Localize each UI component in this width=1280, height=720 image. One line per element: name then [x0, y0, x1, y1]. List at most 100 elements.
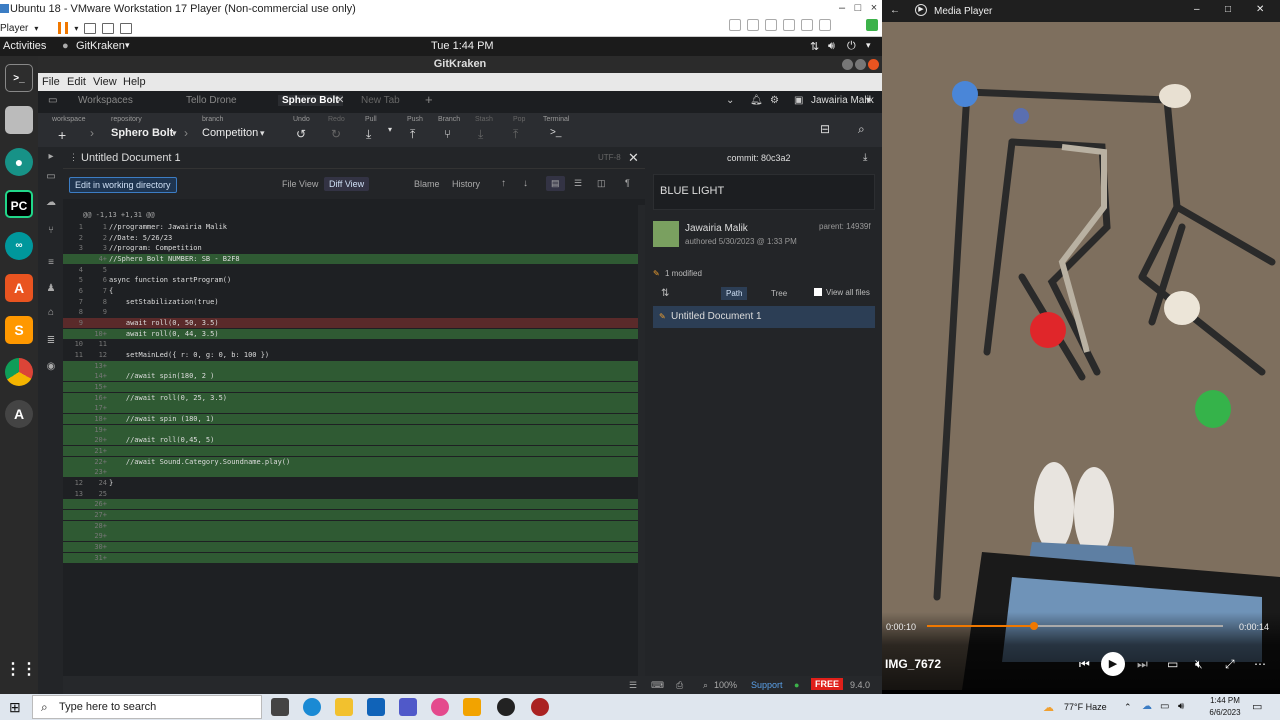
- system-menu-caret-icon[interactable]: ▾: [866, 40, 871, 51]
- pause-dropdown-icon[interactable]: ▾: [74, 24, 78, 33]
- send-keys-icon[interactable]: [84, 22, 97, 34]
- menu-file[interactable]: File: [42, 76, 60, 88]
- branch-icon[interactable]: ⑂: [444, 127, 451, 141]
- file-list-item[interactable]: ✎ Untitled Document 1: [653, 306, 875, 328]
- code-line[interactable]: 5 6 async function startProgram(): [63, 275, 645, 285]
- code-line[interactable]: 89: [63, 307, 645, 317]
- weather-text[interactable]: 77°F Haze: [1064, 702, 1107, 712]
- code-line[interactable]: 29+: [63, 531, 645, 542]
- gear-icon[interactable]: ⚙: [770, 95, 779, 106]
- user-menu[interactable]: Jawairia Malik: [811, 95, 874, 106]
- close-tab-icon[interactable]: ✕: [336, 95, 344, 106]
- bell-icon[interactable]: 🔔︎: [750, 95, 763, 106]
- show-apps-icon[interactable]: ⋮⋮: [5, 656, 37, 684]
- submodules-icon[interactable]: ◉: [45, 361, 57, 373]
- list-icon[interactable]: ☰: [629, 680, 637, 691]
- gk-minimize-button[interactable]: [842, 59, 853, 70]
- free-badge[interactable]: FREE: [811, 678, 844, 690]
- add-workspace-icon[interactable]: +: [58, 127, 66, 143]
- avatar[interactable]: ▣: [794, 95, 803, 106]
- remote-icon[interactable]: ☁: [45, 197, 57, 209]
- weather-icon[interactable]: ☁: [1043, 701, 1054, 714]
- software-updater-icon[interactable]: A: [5, 400, 33, 428]
- activities-button[interactable]: Activities: [3, 40, 46, 52]
- previous-icon[interactable]: ⏮: [1079, 657, 1090, 672]
- back-icon[interactable]: ←: [890, 5, 900, 16]
- taskbar-search[interactable]: ⌕ Type here to search: [32, 695, 262, 719]
- minimize-button[interactable]: –: [835, 2, 849, 16]
- usb-icon[interactable]: [765, 19, 777, 31]
- undo-icon[interactable]: ↺: [296, 127, 306, 141]
- seek-bar[interactable]: [927, 622, 1223, 630]
- sound-icon[interactable]: [783, 19, 795, 31]
- mp-maximize-button[interactable]: □: [1225, 4, 1231, 15]
- code-line[interactable]: 1 1//programmer: Jawairia Malik: [63, 222, 645, 232]
- code-line[interactable]: 16+ //await roll(0, 25, 3.5): [63, 392, 645, 403]
- history-button[interactable]: History: [447, 177, 485, 191]
- sublime-icon[interactable]: S: [5, 316, 33, 344]
- pop-icon[interactable]: ⤒: [513, 127, 518, 142]
- menu-help[interactable]: Help: [123, 76, 146, 88]
- edit-in-working-directory-button[interactable]: Edit in working directory: [69, 177, 177, 193]
- software-center-icon[interactable]: A: [5, 274, 33, 302]
- code-line[interactable]: 21+: [63, 446, 645, 457]
- next-icon[interactable]: ⏭: [1137, 657, 1148, 672]
- code-line[interactable]: 10+ await roll(0, 44, 3.5): [63, 328, 645, 339]
- code-line[interactable]: 18+ //await spin (180, 1): [63, 414, 645, 425]
- code-line[interactable]: 17+: [63, 403, 645, 414]
- vmware-taskbar-icon[interactable]: [463, 698, 481, 716]
- network-status-icon[interactable]: ⇅: [810, 40, 819, 53]
- code-line[interactable]: 30+: [63, 542, 645, 553]
- pycharm-icon[interactable]: PC: [5, 190, 33, 218]
- file-manager-icon[interactable]: [5, 106, 33, 134]
- code-line[interactable]: 23+: [63, 467, 645, 478]
- player-menu[interactable]: Player: [0, 23, 28, 34]
- repository-caret-icon[interactable]: ▾: [172, 128, 177, 139]
- app-menu[interactable]: GitKraken: [76, 40, 125, 52]
- task-view-icon[interactable]: [271, 698, 289, 716]
- close-editor-icon[interactable]: ✕: [628, 150, 639, 166]
- next-hunk-icon[interactable]: ↓: [518, 176, 533, 191]
- commit-message[interactable]: BLUE LIGHT: [660, 185, 724, 197]
- gk-close-button[interactable]: [868, 59, 879, 70]
- menu-view[interactable]: View: [93, 76, 117, 88]
- teams-icon[interactable]: ♟: [45, 283, 57, 295]
- branch-caret-icon[interactable]: ▾: [260, 128, 265, 139]
- edge-icon[interactable]: [303, 698, 321, 716]
- network-icon[interactable]: [747, 19, 759, 31]
- unity-icon[interactable]: [120, 22, 133, 34]
- code-line[interactable]: 10 11: [63, 339, 645, 349]
- pull-icon[interactable]: ⤓: [366, 127, 371, 142]
- code-line[interactable]: 2 2//Date: 5/26/23: [63, 233, 645, 243]
- video-frame[interactable]: [882, 22, 1280, 690]
- search-icon[interactable]: ⌕: [858, 122, 865, 137]
- code-line[interactable]: 7 8 setStabilization(true): [63, 297, 645, 307]
- tab-workspaces[interactable]: Workspaces: [78, 95, 133, 106]
- encoding-label[interactable]: UTF-8: [598, 153, 621, 162]
- prev-hunk-icon[interactable]: ↑: [496, 176, 511, 191]
- device-icon[interactable]: [729, 19, 741, 31]
- editor-scrollbar[interactable]: [638, 205, 645, 694]
- user-caret-icon[interactable]: ▾: [866, 95, 871, 106]
- captions-icon[interactable]: ▭: [1167, 657, 1178, 671]
- tags-icon[interactable]: ⌂: [45, 307, 57, 319]
- mp-close-button[interactable]: ✕: [1256, 4, 1264, 15]
- onedrive-icon[interactable]: ☁: [1142, 701, 1152, 712]
- mail-icon[interactable]: [367, 698, 385, 716]
- play-button[interactable]: ▶: [1101, 652, 1125, 676]
- local-icon[interactable]: ▭: [45, 171, 57, 183]
- whitespace-icon[interactable]: ¶: [620, 176, 635, 190]
- mute-icon[interactable]: 🔇︎: [1195, 657, 1203, 672]
- tab-sphero-bolt[interactable]: Sphero Bolt: [278, 95, 343, 106]
- windows-start-icon[interactable]: ⊞: [9, 699, 21, 716]
- add-tab-icon[interactable]: +: [425, 92, 433, 107]
- print-icon[interactable]: ⎙: [676, 680, 683, 691]
- code-line[interactable]: 4+//Sphero Bolt NUMBER: SB - B2F8: [63, 254, 645, 264]
- volume-tray-icon[interactable]: 🔊︎: [1178, 701, 1184, 712]
- tab-tello-drone[interactable]: Tello Drone: [186, 95, 237, 106]
- inline-view-icon[interactable]: ☰: [569, 176, 587, 191]
- fullscreen-icon[interactable]: [102, 22, 115, 34]
- gitkraken-icon[interactable]: ●: [5, 148, 33, 176]
- snipping-tool-icon[interactable]: [531, 698, 549, 716]
- file-view-button[interactable]: File View: [277, 177, 323, 191]
